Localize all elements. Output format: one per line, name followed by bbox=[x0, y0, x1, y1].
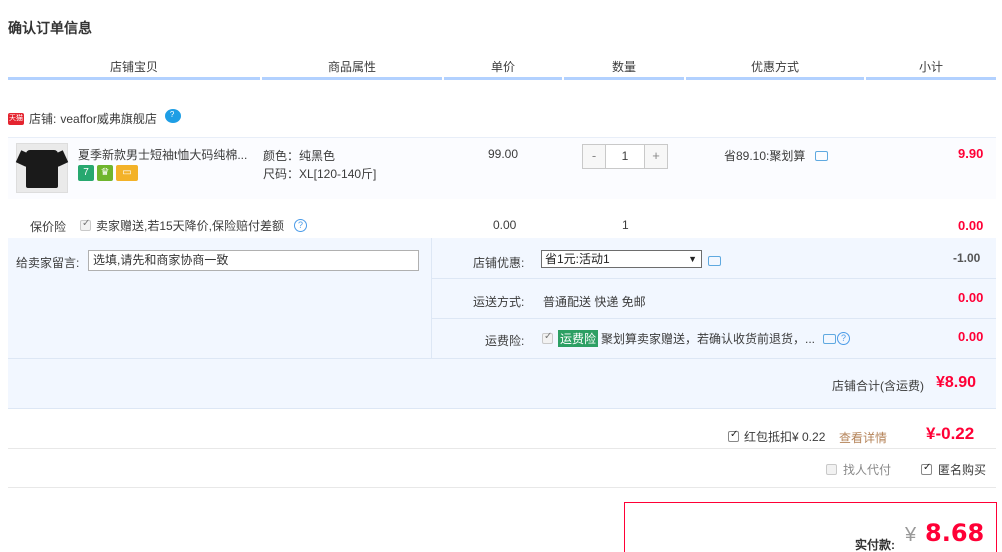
column-separator bbox=[864, 77, 866, 80]
payment-amount: 8.68 bbox=[925, 519, 985, 547]
divider bbox=[8, 448, 996, 449]
red-packet-amount: ¥-0.22 bbox=[926, 424, 975, 443]
freight-insurance-label: 运费险: bbox=[485, 334, 525, 348]
memo-label: 给卖家留言: bbox=[16, 256, 80, 270]
column-separator bbox=[260, 77, 262, 80]
freight-insurance-text: 聚划算卖家赠送，若确认收货前退货，... bbox=[601, 332, 816, 346]
freight-insurance-checkbox bbox=[542, 331, 553, 344]
item-discount: 省89.10:聚划算 bbox=[724, 147, 828, 164]
page-title: 确认订单信息 bbox=[8, 20, 92, 36]
insurance-checkbox bbox=[80, 218, 91, 231]
anonymous-purchase-option: 匿名购买 bbox=[921, 461, 986, 478]
freight-insurance-option: 运费险 聚划算卖家赠送，若确认收货前退货，... ? bbox=[542, 330, 851, 347]
panel-divider bbox=[432, 318, 996, 319]
proxy-pay-option: 找人代付 bbox=[826, 461, 891, 478]
shop-total-label: 店铺合计(含运费) bbox=[832, 379, 924, 393]
help-icon[interactable]: ? bbox=[837, 332, 851, 345]
service-icons: 7 ♛ ▭ bbox=[78, 165, 138, 181]
insurance-text: 卖家赠送,若15天降价,保险赔付差额 bbox=[96, 219, 285, 233]
freight-insurance-amount: 0.00 bbox=[958, 329, 984, 344]
column-separator bbox=[684, 77, 686, 80]
column-header-underline bbox=[8, 77, 996, 80]
insurance-qty: 1 bbox=[622, 218, 629, 232]
currency-symbol: ¥ bbox=[905, 524, 917, 546]
shop-name-link[interactable]: veaffor威弗旗舰店 bbox=[60, 110, 156, 127]
shop-total-value: ¥8.90 bbox=[936, 374, 977, 391]
proxy-pay-checkbox[interactable] bbox=[826, 464, 837, 475]
shop-promo-label: 店铺优惠: bbox=[473, 256, 525, 270]
comment-icon[interactable] bbox=[823, 333, 837, 344]
insurance-price: 0.00 bbox=[493, 218, 517, 232]
gold-guarantee-icon[interactable]: ♛ bbox=[97, 165, 113, 181]
panel-divider bbox=[431, 238, 432, 358]
qty-increase-button[interactable]: + bbox=[645, 145, 667, 168]
column-separator bbox=[562, 77, 564, 80]
red-packet-row: 红包抵扣¥ 0.22 bbox=[728, 428, 825, 445]
seven-day-return-icon[interactable]: 7 bbox=[78, 165, 94, 181]
anonymous-label: 匿名购买 bbox=[938, 463, 987, 477]
quantity-stepper: - 1 + bbox=[582, 144, 668, 169]
shop-label: 店铺: bbox=[29, 112, 57, 126]
red-packet-label: 红包抵扣¥ 0.22 bbox=[744, 430, 826, 444]
dropdown-arrow-icon: ▼ bbox=[688, 254, 697, 264]
delivery-method: 普通配送 快递 免邮 bbox=[543, 295, 646, 309]
divider bbox=[8, 487, 996, 488]
red-packet-checkbox[interactable] bbox=[728, 429, 739, 442]
payment-label: 实付款: bbox=[855, 538, 895, 552]
help-icon[interactable]: ? bbox=[294, 219, 308, 232]
discount-label: 省89.10:聚划算 bbox=[724, 149, 806, 163]
qty-decrease-button[interactable]: - bbox=[583, 145, 605, 168]
freight-insurance-badge: 运费险 bbox=[558, 330, 599, 347]
insurance-option: 卖家赠送,若15天降价,保险赔付差额 ? bbox=[80, 217, 308, 234]
shop-promo-selected: 省1元:活动1 bbox=[545, 252, 610, 266]
quantity-input[interactable]: 1 bbox=[605, 145, 645, 168]
item-thumbnail[interactable] bbox=[16, 143, 68, 193]
proxy-pay-label: 找人代付 bbox=[843, 463, 892, 477]
tmall-icon: 天猫 bbox=[8, 112, 24, 125]
shop-promo-select[interactable]: 省1元:活动1 ▼ bbox=[541, 250, 702, 268]
panel-divider bbox=[432, 278, 996, 279]
item-attr-color: 颜色：纯黑色 bbox=[263, 149, 336, 163]
item-attr-size: 尺码：XL[120-140斤] bbox=[263, 167, 377, 181]
tshirt-image bbox=[26, 150, 58, 188]
comment-icon[interactable] bbox=[814, 151, 828, 161]
item-unit-price: 99.00 bbox=[488, 147, 519, 161]
wangwang-chat-icon[interactable] bbox=[164, 108, 181, 123]
insurance-amount: 0.00 bbox=[958, 218, 984, 233]
view-details-link[interactable]: 查看详情 bbox=[839, 429, 887, 446]
item-subtotal: 9.90 bbox=[958, 146, 984, 161]
card-payment-icon[interactable]: ▭ bbox=[116, 165, 138, 181]
anonymous-checkbox[interactable] bbox=[921, 462, 932, 475]
insurance-label: 保价险 bbox=[30, 220, 67, 234]
comment-icon[interactable] bbox=[708, 256, 721, 266]
seller-memo-input[interactable]: 选填,请先和商家协商一致 bbox=[88, 250, 419, 271]
column-separator bbox=[442, 77, 444, 80]
shop-row: 天猫 店铺: veaffor威弗旗舰店 bbox=[8, 108, 181, 127]
delivery-amount: 0.00 bbox=[958, 290, 984, 305]
delivery-label: 运送方式: bbox=[473, 295, 525, 309]
shop-promo-amount: -1.00 bbox=[953, 251, 981, 265]
item-title-link[interactable]: 夏季新款男士短袖t恤大码纯棉... bbox=[78, 146, 254, 163]
